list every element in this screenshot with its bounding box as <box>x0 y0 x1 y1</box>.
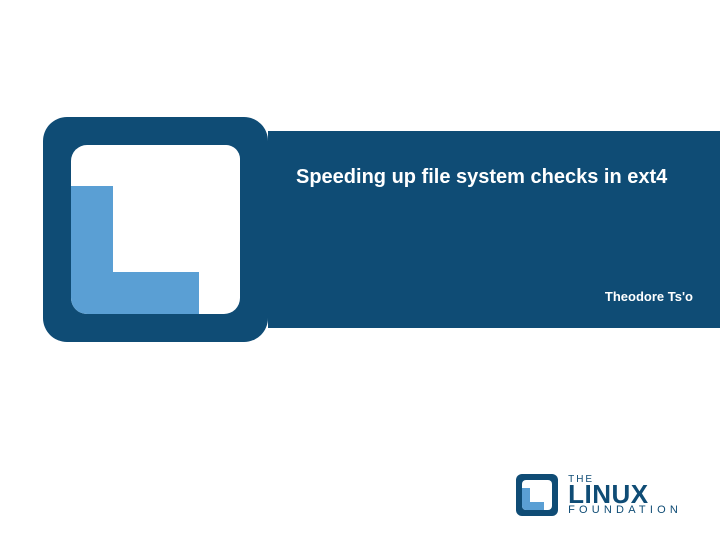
slide-title: Speeding up file system checks in ext4 <box>296 165 693 190</box>
title-panel: Speeding up file system checks in ext4 T… <box>268 131 720 328</box>
footer-logo-text: THE LINUX FOUNDATION <box>568 475 682 516</box>
footer-logo-l-shape <box>522 488 544 510</box>
logo-cutout <box>113 145 240 272</box>
linux-foundation-footer-logo: THE LINUX FOUNDATION <box>516 474 682 516</box>
linux-foundation-logo-large <box>43 117 268 342</box>
footer-logo-mark <box>516 474 558 516</box>
title-slide-main: Speeding up file system checks in ext4 T… <box>0 117 720 342</box>
slide-author: Theodore Ts'o <box>605 289 693 304</box>
footer-logo-foundation: FOUNDATION <box>568 505 682 515</box>
